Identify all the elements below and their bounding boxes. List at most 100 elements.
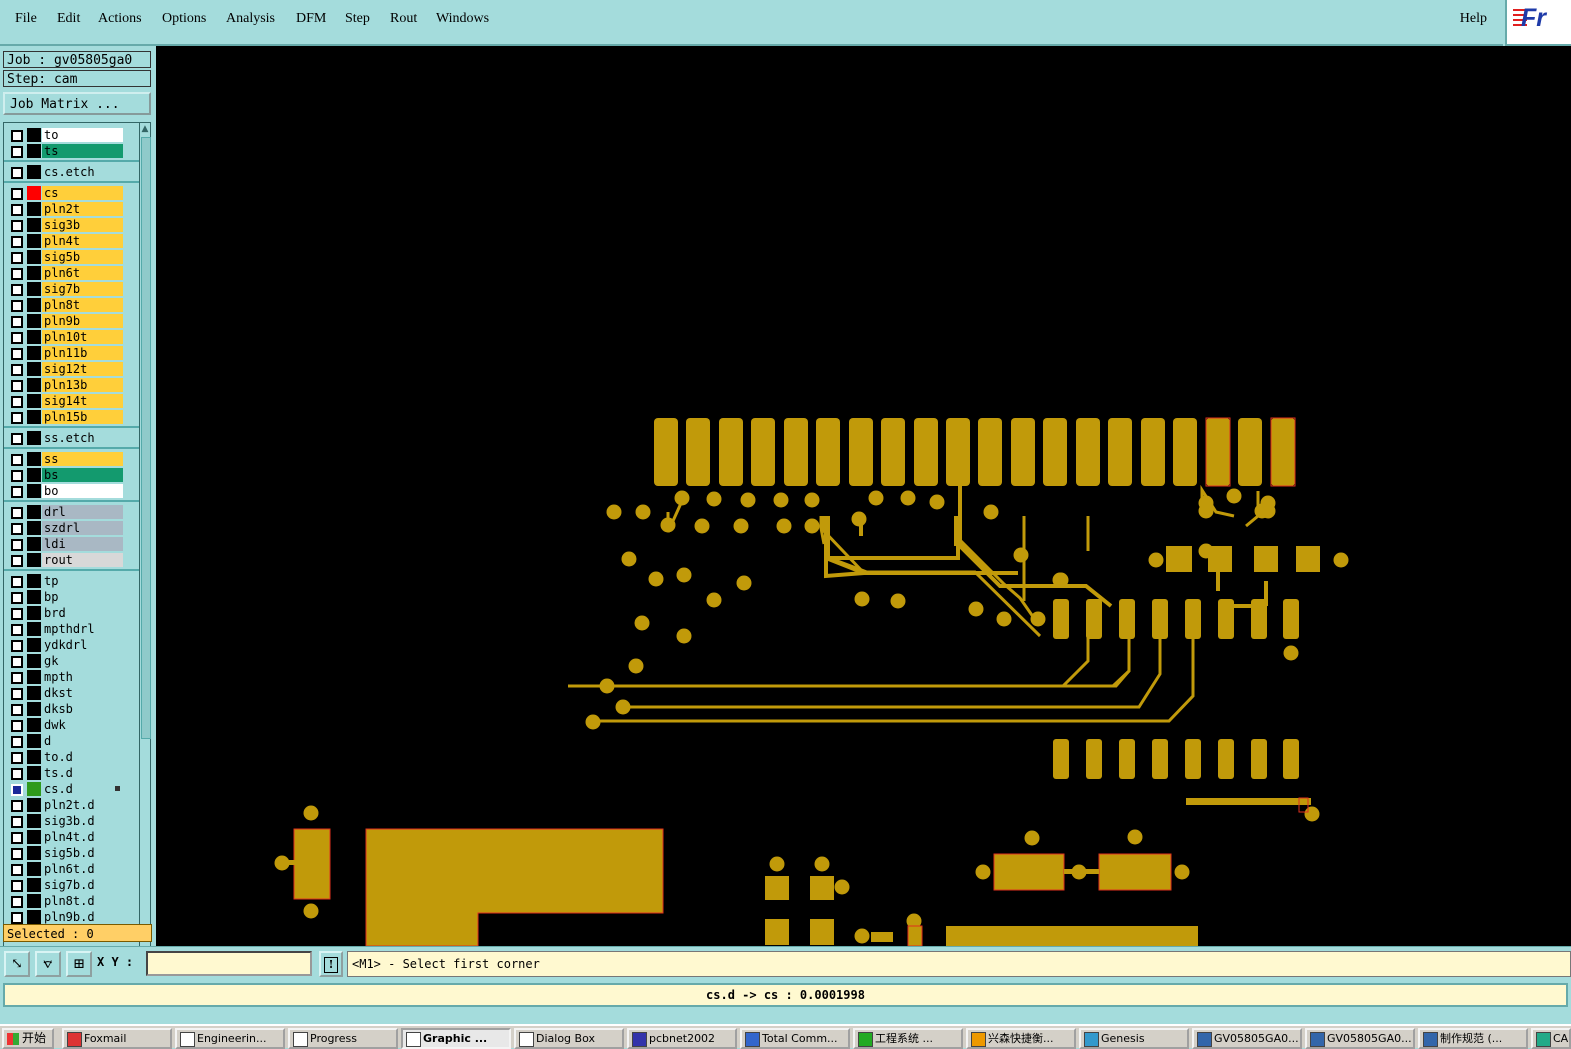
layer-color-swatch[interactable] xyxy=(27,378,41,392)
pcb-artwork[interactable] xyxy=(156,46,1571,947)
layer-checkbox[interactable] xyxy=(11,268,23,280)
taskbar-button[interactable]: Genesis xyxy=(1079,1028,1189,1049)
layer-checkbox[interactable] xyxy=(11,380,23,392)
layer-name[interactable]: ldi xyxy=(42,537,123,551)
layer-row-dwk[interactable]: dwk xyxy=(4,717,139,733)
layer-color-swatch[interactable] xyxy=(27,638,41,652)
layer-row-pln11b[interactable]: pln11b xyxy=(4,345,139,361)
taskbar-button[interactable]: CAM xyxy=(1531,1028,1571,1049)
layer-color-swatch[interactable] xyxy=(27,654,41,668)
layer-color-swatch[interactable] xyxy=(27,505,41,519)
layer-name[interactable]: pln9b.d xyxy=(42,910,123,924)
menu-windows[interactable]: Windows xyxy=(436,11,489,27)
layer-name[interactable]: pln8t.d xyxy=(42,894,123,908)
layer-color-swatch[interactable] xyxy=(27,718,41,732)
layer-row-drl[interactable]: drl xyxy=(4,504,139,520)
taskbar-button[interactable]: GV05805GA0... xyxy=(1192,1028,1302,1049)
layer-name[interactable]: to xyxy=(42,128,123,142)
layer-color-swatch[interactable] xyxy=(27,537,41,551)
layer-row-ydkdrl[interactable]: ydkdrl xyxy=(4,637,139,653)
layer-row-ss-etch[interactable]: ss.etch xyxy=(4,430,139,446)
layer-checkbox[interactable] xyxy=(11,188,23,200)
layer-checkbox[interactable] xyxy=(11,284,23,296)
layer-name[interactable]: pln6t.d xyxy=(42,862,123,876)
layer-name[interactable]: pln9b xyxy=(42,314,123,328)
layer-row-mpth[interactable]: mpth xyxy=(4,669,139,685)
layer-checkbox[interactable] xyxy=(11,316,23,328)
layer-color-swatch[interactable] xyxy=(27,468,41,482)
layer-row-cs-etch[interactable]: cs.etch xyxy=(4,164,139,180)
layer-name[interactable]: to.d xyxy=(42,750,123,764)
layer-color-swatch[interactable] xyxy=(27,910,41,924)
layer-row-pln8t[interactable]: pln8t xyxy=(4,297,139,313)
layer-name[interactable]: cs xyxy=(42,186,123,200)
layer-name[interactable]: sig3b.d xyxy=(42,814,123,828)
layer-checkbox[interactable] xyxy=(11,688,23,700)
layer-name[interactable]: pln2t.d xyxy=(42,798,123,812)
layer-color-swatch[interactable] xyxy=(27,846,41,860)
layer-checkbox[interactable] xyxy=(11,816,23,828)
menu-help[interactable]: Help xyxy=(1460,11,1487,27)
layer-checkbox[interactable] xyxy=(11,433,23,445)
layer-row-cs[interactable]: cs xyxy=(4,185,139,201)
layer-color-swatch[interactable] xyxy=(27,452,41,466)
layer-name[interactable]: tp xyxy=(42,574,123,588)
layer-checkbox[interactable] xyxy=(11,656,23,668)
layer-color-swatch[interactable] xyxy=(27,574,41,588)
taskbar-button[interactable]: Graphic ... xyxy=(401,1028,511,1049)
menu-rout[interactable]: Rout xyxy=(390,11,417,27)
layer-color-swatch[interactable] xyxy=(27,186,41,200)
layer-row-pln2t-d[interactable]: pln2t.d xyxy=(4,797,139,813)
graphics-canvas[interactable] xyxy=(156,46,1571,947)
taskbar-button[interactable]: Progress xyxy=(288,1028,398,1049)
layer-checkbox[interactable] xyxy=(11,130,23,142)
layer-checkbox[interactable] xyxy=(11,624,23,636)
taskbar-button[interactable]: pcbnet2002 xyxy=(627,1028,737,1049)
layer-row-ldi[interactable]: ldi xyxy=(4,536,139,552)
layer-color-swatch[interactable] xyxy=(27,202,41,216)
zoom-area-button[interactable]: ⤡ xyxy=(4,951,30,977)
layer-name[interactable]: bp xyxy=(42,590,123,604)
layer-name[interactable]: sig7b.d xyxy=(42,878,123,892)
layer-color-swatch[interactable] xyxy=(27,798,41,812)
layer-color-swatch[interactable] xyxy=(27,362,41,376)
scroll-thumb[interactable] xyxy=(141,137,151,739)
layer-name[interactable]: cs.d xyxy=(42,782,123,796)
layer-row-sig12t[interactable]: sig12t xyxy=(4,361,139,377)
layer-row-sig5b-d[interactable]: sig5b.d xyxy=(4,845,139,861)
layer-row-pln15b[interactable]: pln15b xyxy=(4,409,139,425)
layer-name[interactable]: pln4t.d xyxy=(42,830,123,844)
layer-row-tp[interactable]: tp xyxy=(4,573,139,589)
menu-options[interactable]: Options xyxy=(162,11,206,27)
layer-row-sig14t[interactable]: sig14t xyxy=(4,393,139,409)
layer-row-pln4t[interactable]: pln4t xyxy=(4,233,139,249)
layer-name[interactable]: cs.etch xyxy=(42,165,123,179)
layer-checkbox[interactable] xyxy=(11,752,23,764)
menu-file[interactable]: File xyxy=(15,11,37,27)
layer-name[interactable]: rout xyxy=(42,553,123,567)
layer-row-szdrl[interactable]: szdrl xyxy=(4,520,139,536)
layer-row-bo[interactable]: bo xyxy=(4,483,139,499)
layer-checkbox[interactable] xyxy=(11,880,23,892)
layer-row-dkst[interactable]: dkst xyxy=(4,685,139,701)
taskbar-button[interactable]: Dialog Box xyxy=(514,1028,624,1049)
layer-row-pln9b-d[interactable]: pln9b.d xyxy=(4,909,139,925)
layer-checkbox[interactable] xyxy=(11,236,23,248)
layer-color-swatch[interactable] xyxy=(27,431,41,445)
layer-color-swatch[interactable] xyxy=(27,484,41,498)
layer-color-swatch[interactable] xyxy=(27,553,41,567)
layer-row-pln6t-d[interactable]: pln6t.d xyxy=(4,861,139,877)
layer-row-d[interactable]: d xyxy=(4,733,139,749)
layer-checkbox[interactable] xyxy=(11,364,23,376)
taskbar-button[interactable]: Total Comm... xyxy=(740,1028,850,1049)
layer-color-swatch[interactable] xyxy=(27,702,41,716)
layer-color-swatch[interactable] xyxy=(27,766,41,780)
layer-row-bp[interactable]: bp xyxy=(4,589,139,605)
menu-step[interactable]: Step xyxy=(345,11,370,27)
layer-name[interactable]: ss xyxy=(42,452,123,466)
layer-row-gk[interactable]: gk xyxy=(4,653,139,669)
layer-checkbox[interactable] xyxy=(11,220,23,232)
layer-row-cs-d[interactable]: cs.d xyxy=(4,781,139,797)
layer-name[interactable]: ss.etch xyxy=(42,431,123,445)
layer-checkbox[interactable] xyxy=(11,640,23,652)
